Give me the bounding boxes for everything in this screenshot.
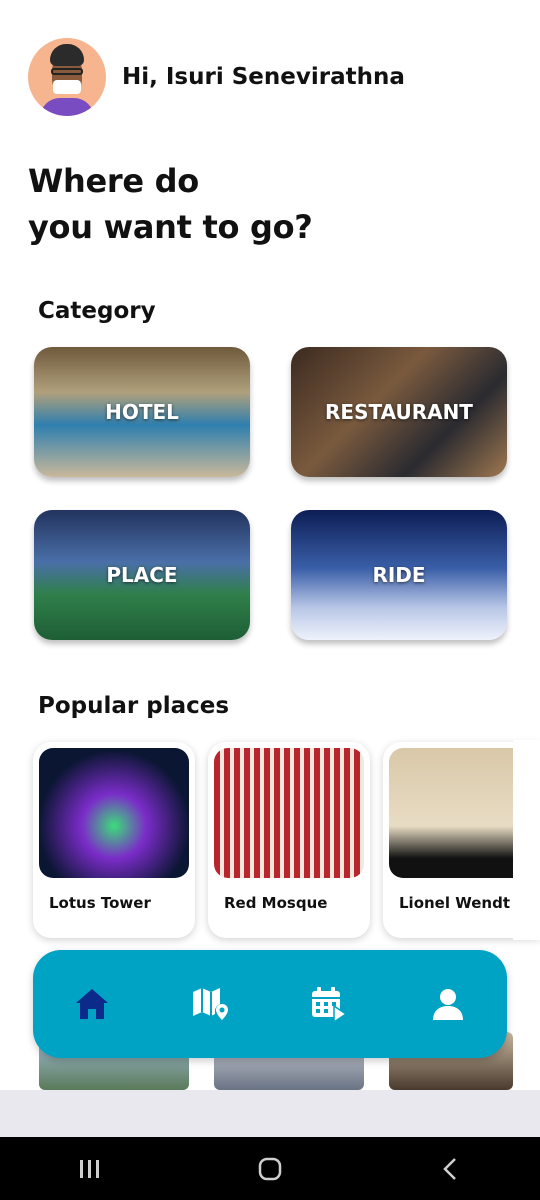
category-section-title: Category	[38, 298, 156, 324]
category-label-place: PLACE	[106, 563, 178, 587]
category-label-hotel: HOTEL	[105, 400, 179, 424]
category-card-hotel[interactable]: HOTEL	[34, 347, 250, 477]
nav-calendar-button[interactable]	[299, 974, 359, 1034]
headline-line-1: Where do	[28, 162, 199, 200]
popular-image	[214, 748, 364, 878]
greeting-text: Hi, Isuri Senevirathna	[122, 64, 405, 90]
recents-icon	[80, 1159, 99, 1178]
system-navigation-bar	[0, 1137, 540, 1200]
recents-button[interactable]	[60, 1149, 120, 1189]
calendar-icon	[312, 987, 348, 1022]
category-card-restaurant[interactable]: RESTAURANT	[291, 347, 507, 477]
popular-card-lotus-tower[interactable]: Lotus Tower	[33, 742, 195, 938]
profile-icon	[432, 989, 463, 1020]
popular-image	[39, 748, 189, 878]
home-circle-icon	[258, 1157, 282, 1180]
home-icon	[76, 989, 109, 1019]
category-label-restaurant: RESTAURANT	[325, 400, 473, 424]
avatar[interactable]	[28, 38, 106, 116]
headline-line-2: you want to go?	[28, 208, 313, 246]
category-card-place[interactable]: PLACE	[34, 510, 250, 640]
category-label-ride: RIDE	[372, 563, 426, 587]
popular-card-red-mosque[interactable]: Red Mosque	[208, 742, 370, 938]
popular-section-title: Popular places	[38, 693, 230, 719]
category-card-ride[interactable]: RIDE	[291, 510, 507, 640]
nav-map-button[interactable]	[181, 974, 241, 1034]
page-title: Where do you want to go?	[28, 158, 313, 250]
popular-name: Red Mosque	[224, 894, 328, 912]
popular-name: Lotus Tower	[49, 894, 151, 912]
header: Hi, Isuri Senevirathna	[28, 38, 405, 116]
gray-strip	[0, 1090, 540, 1137]
back-icon	[443, 1157, 456, 1180]
nav-profile-button[interactable]	[418, 974, 478, 1034]
popular-name: Lionel Wendt A	[399, 894, 527, 912]
bottom-nav-bar	[33, 950, 507, 1058]
map-icon	[192, 988, 228, 1020]
nav-home-button[interactable]	[62, 974, 122, 1034]
scroll-clip	[513, 740, 540, 940]
home-system-button[interactable]	[240, 1149, 300, 1189]
back-button[interactable]	[420, 1149, 480, 1189]
